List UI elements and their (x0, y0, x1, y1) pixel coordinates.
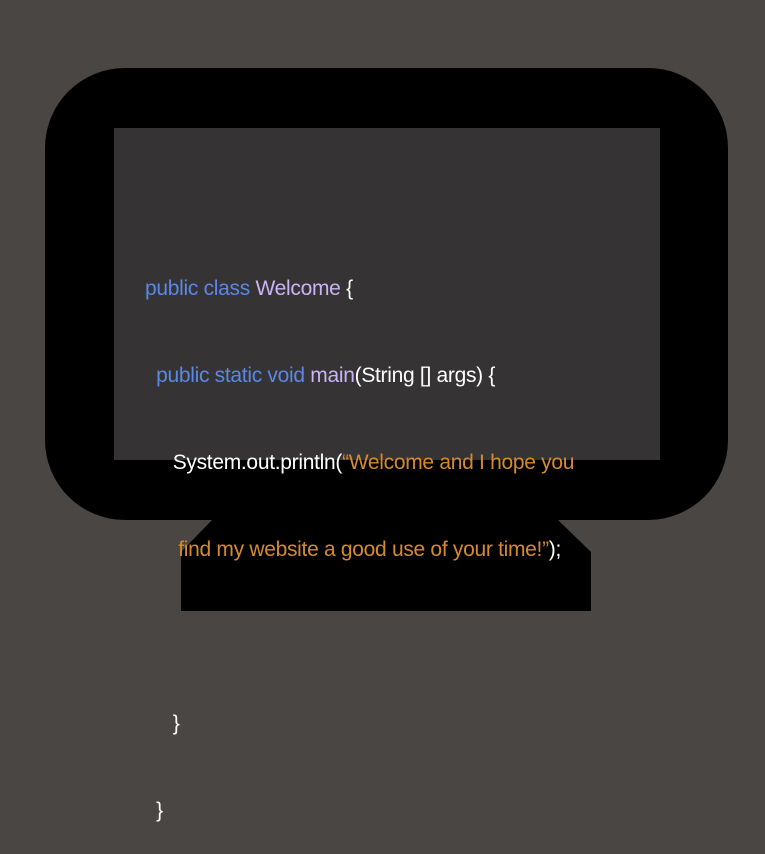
code-brace: } (156, 799, 163, 822)
code-method-name: main (310, 364, 355, 387)
code-class-name: Welcome (255, 277, 341, 300)
code-line-3: System.out.println(“Welcome and I hope y… (145, 448, 655, 477)
code-brace: } (172, 712, 180, 735)
code-string: “Welcome and I hope you (342, 451, 575, 474)
code-parameters: (String [] args) { (354, 364, 496, 387)
code-statement-end: ); (548, 538, 562, 561)
code-line-1: public class Welcome { (145, 274, 655, 303)
code-line-7: } (145, 796, 655, 825)
code-keyword: public static void (156, 364, 311, 387)
code-line-4: find my website a good use of your time!… (145, 535, 655, 564)
code-line-6: } (145, 709, 655, 738)
code-block: public class Welcome { public static voi… (145, 216, 655, 854)
code-line-2: public static void main(String [] args) … (145, 361, 655, 390)
code-brace: { (340, 277, 353, 300)
code-call: System.out.println( (172, 451, 343, 474)
code-keyword: public class (145, 277, 256, 300)
code-string: find my website a good use of your time!… (178, 538, 549, 561)
